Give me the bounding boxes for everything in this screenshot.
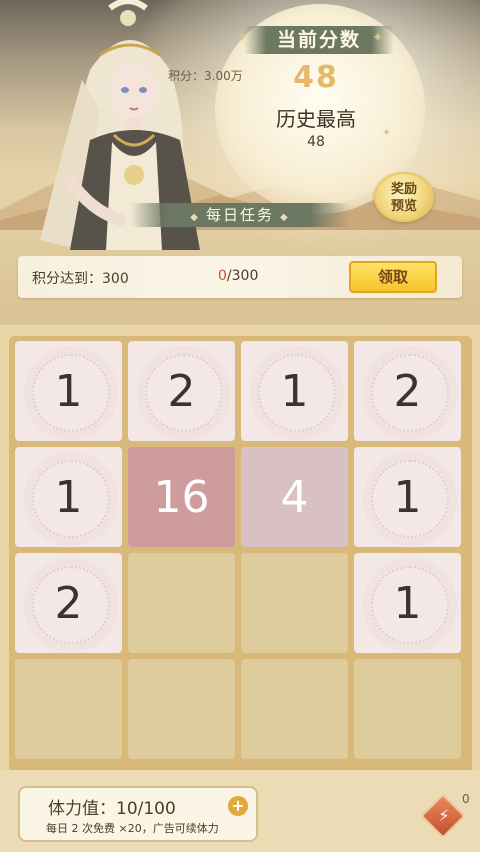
tile-value: 1 [280, 365, 309, 417]
daily-task-title: ◆ 每日任务 ◆ [130, 203, 350, 227]
plus-icon[interactable]: + [228, 796, 248, 816]
board-tile[interactable]: 1 [15, 341, 122, 441]
board-cell-empty[interactable] [241, 659, 348, 759]
points-total: 积分：3.00万 [168, 69, 243, 83]
board-tile[interactable]: 1 [241, 341, 348, 441]
best-score-value: 48 [307, 134, 325, 150]
board-tile[interactable]: 1 [354, 447, 461, 547]
board-tile[interactable]: 2 [128, 341, 235, 441]
tile-value: 1 [393, 471, 422, 523]
board-cell-empty[interactable] [354, 659, 461, 759]
tile-value: 1 [393, 577, 422, 629]
current-score-value: 48 [293, 60, 339, 95]
reward-preview-button[interactable]: 奖励 预览 [374, 172, 434, 222]
tile-value: 16 [153, 471, 210, 523]
top-banner: 当前分数 ✦ ✦ ✦ 48 积分：3.00万 历史最高 48 奖励 预览 ◆ 每日… [0, 0, 480, 325]
best-score-label: 历史最高 [276, 107, 356, 131]
tile-value: 4 [280, 471, 309, 523]
diamond-ornament-icon: ◆ [190, 212, 200, 223]
board-tile[interactable]: 2 [354, 341, 461, 441]
board-tile[interactable]: 2 [15, 553, 122, 653]
board-cell-empty[interactable] [128, 553, 235, 653]
stamina-note: 每日 2 次免费 ×20，广告可续体力 [46, 822, 219, 835]
board-cell-empty[interactable] [128, 659, 235, 759]
task-label: 积分达到：300 [32, 271, 129, 287]
board-cell-empty[interactable] [15, 659, 122, 759]
daily-task-bar: 积分达到：300 0/300 领取 [18, 256, 462, 298]
board-tile[interactable]: 4 [241, 447, 348, 547]
diamond-ornament-icon: ◆ [280, 212, 290, 223]
sparkle-icon: ✦ [236, 30, 248, 46]
board-tile[interactable]: 1 [354, 553, 461, 653]
claim-button[interactable]: 领取 [349, 261, 437, 293]
sparkle-icon: ✦ [372, 30, 384, 46]
lightning-icon: ⚡ [438, 806, 450, 825]
sparkle-icon: ✦ [382, 126, 392, 139]
game-board[interactable]: 1 2 1 2 1 16 4 1 2 1 [9, 336, 472, 778]
reward-preview-line2: 预览 [390, 199, 417, 214]
stamina-value: 体力值：10/100 [48, 799, 176, 819]
board-tile[interactable]: 1 [15, 447, 122, 547]
board-tile[interactable]: 16 [128, 447, 235, 547]
task-progress-current: 0 [218, 268, 227, 284]
tile-value: 1 [54, 471, 83, 523]
task-progress-total: /300 [226, 268, 259, 284]
reward-preview-line1: 奖励 [390, 182, 417, 197]
tile-value: 2 [54, 577, 83, 629]
task-progress: 0/300 [218, 268, 258, 284]
diamond-count: 0 [462, 792, 470, 806]
tile-value: 2 [167, 365, 196, 417]
daily-task-title-text: 每日任务 [205, 206, 274, 224]
tile-value: 1 [54, 365, 83, 417]
stamina-panel: 体力值：10/100 + 每日 2 次免费 ×20，广告可续体力 [18, 786, 258, 842]
board-area: 1 2 1 2 1 16 4 1 2 1 [0, 325, 480, 778]
board-cell-empty[interactable] [241, 553, 348, 653]
tile-value: 2 [393, 365, 422, 417]
footer-bar: 体力值：10/100 + 每日 2 次免费 ×20，广告可续体力 ⚡ 0 [0, 770, 480, 852]
